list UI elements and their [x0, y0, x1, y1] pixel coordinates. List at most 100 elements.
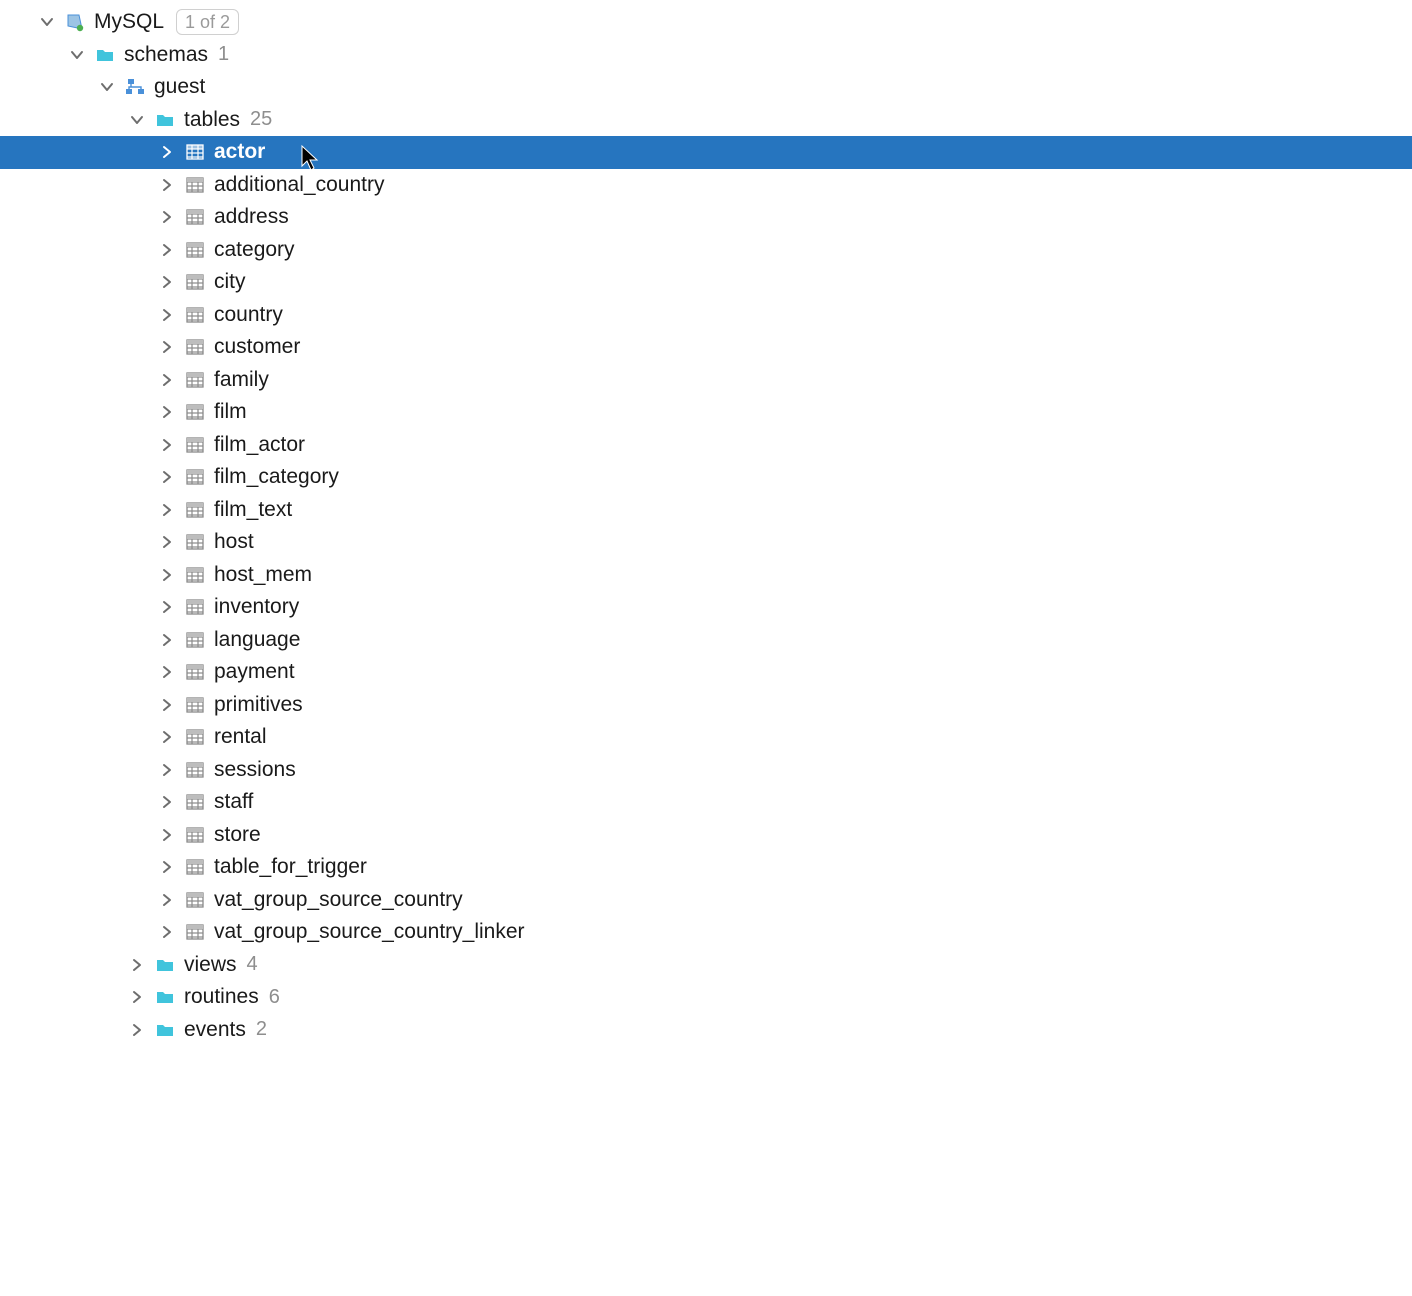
table-icon [184, 239, 206, 261]
table-film[interactable]: film [0, 396, 1412, 429]
chevron-down-icon[interactable] [66, 44, 88, 66]
chevron-right-icon[interactable] [156, 824, 178, 846]
chevron-right-icon[interactable] [156, 434, 178, 456]
tree-item-label: staff [214, 790, 253, 814]
chevron-right-icon[interactable] [156, 271, 178, 293]
table-icon [184, 889, 206, 911]
chevron-down-icon[interactable] [36, 11, 58, 33]
table-customer[interactable]: customer [0, 331, 1412, 364]
tree-item-label: additional_country [214, 173, 384, 197]
table-icon [184, 694, 206, 716]
chevron-right-icon[interactable] [156, 661, 178, 683]
tree-item-label: film_text [214, 498, 292, 522]
table-icon [184, 174, 206, 196]
chevron-right-icon[interactable] [126, 954, 148, 976]
table-icon [184, 466, 206, 488]
chevron-right-icon[interactable] [156, 596, 178, 618]
chevron-right-icon[interactable] [126, 1019, 148, 1041]
chevron-right-icon[interactable] [156, 141, 178, 163]
table-vat_group_source_country[interactable]: vat_group_source_country [0, 884, 1412, 917]
chevron-right-icon[interactable] [156, 856, 178, 878]
folder-tables[interactable]: tables25 [0, 104, 1412, 137]
folder-icon [154, 986, 176, 1008]
table-film_category[interactable]: film_category [0, 461, 1412, 494]
tree-item-label: rental [214, 725, 267, 749]
tree-item-label: country [214, 303, 283, 327]
item-count: 4 [247, 953, 258, 976]
chevron-right-icon[interactable] [126, 986, 148, 1008]
tree-item-label: payment [214, 660, 295, 684]
table-icon [184, 824, 206, 846]
chevron-right-icon[interactable] [156, 564, 178, 586]
chevron-right-icon[interactable] [156, 401, 178, 423]
chevron-right-icon[interactable] [156, 889, 178, 911]
chevron-right-icon[interactable] [156, 174, 178, 196]
table-table_for_trigger[interactable]: table_for_trigger [0, 851, 1412, 884]
chevron-right-icon[interactable] [156, 759, 178, 781]
table-actor[interactable]: actor [0, 136, 1412, 169]
chevron-right-icon[interactable] [156, 239, 178, 261]
table-icon [184, 629, 206, 651]
table-store[interactable]: store [0, 819, 1412, 852]
table-family[interactable]: family [0, 364, 1412, 397]
table-language[interactable]: language [0, 624, 1412, 657]
table-icon [184, 499, 206, 521]
table-inventory[interactable]: inventory [0, 591, 1412, 624]
chevron-right-icon[interactable] [156, 531, 178, 553]
chevron-right-icon[interactable] [156, 791, 178, 813]
table-host[interactable]: host [0, 526, 1412, 559]
item-count: 6 [269, 986, 280, 1009]
table-icon [184, 271, 206, 293]
table-icon [184, 759, 206, 781]
chevron-right-icon[interactable] [156, 369, 178, 391]
table-vat_group_source_country_linker[interactable]: vat_group_source_country_linker [0, 916, 1412, 949]
table-category[interactable]: category [0, 234, 1412, 267]
tree-item-label: MySQL [94, 10, 164, 34]
chevron-right-icon[interactable] [156, 466, 178, 488]
chevron-right-icon[interactable] [156, 336, 178, 358]
tree-item-label: category [214, 238, 295, 262]
tree-item-label: host [214, 530, 254, 554]
item-count: 1 [218, 43, 229, 66]
schema-icon [124, 76, 146, 98]
tree-item-label: table_for_trigger [214, 855, 367, 879]
table-payment[interactable]: payment [0, 656, 1412, 689]
folder-views[interactable]: views4 [0, 949, 1412, 982]
chevron-right-icon[interactable] [156, 921, 178, 943]
chevron-right-icon[interactable] [156, 629, 178, 651]
chevron-right-icon[interactable] [156, 206, 178, 228]
folder-icon [154, 1019, 176, 1041]
chevron-right-icon[interactable] [156, 694, 178, 716]
chevron-right-icon[interactable] [156, 304, 178, 326]
table-icon [184, 564, 206, 586]
table-rental[interactable]: rental [0, 721, 1412, 754]
tree-item-label: sessions [214, 758, 296, 782]
folder-routines[interactable]: routines6 [0, 981, 1412, 1014]
table-film_text[interactable]: film_text [0, 494, 1412, 527]
table-staff[interactable]: staff [0, 786, 1412, 819]
table-address[interactable]: address [0, 201, 1412, 234]
table-icon [184, 336, 206, 358]
table-film_actor[interactable]: film_actor [0, 429, 1412, 462]
schema-guest[interactable]: guest [0, 71, 1412, 104]
folder-icon [94, 44, 116, 66]
table-icon [184, 661, 206, 683]
table-sessions[interactable]: sessions [0, 754, 1412, 787]
chevron-right-icon[interactable] [156, 726, 178, 748]
table-icon [184, 726, 206, 748]
chevron-down-icon[interactable] [96, 76, 118, 98]
chevron-right-icon[interactable] [156, 499, 178, 521]
datasource-mysql[interactable]: MySQL1 of 2 [0, 6, 1412, 39]
tree-item-label: actor [214, 140, 265, 164]
tree-item-label: film_actor [214, 433, 305, 457]
chevron-down-icon[interactable] [126, 109, 148, 131]
table-additional_country[interactable]: additional_country [0, 169, 1412, 202]
table-host_mem[interactable]: host_mem [0, 559, 1412, 592]
folder-events[interactable]: events2 [0, 1014, 1412, 1047]
tree-item-label: tables [184, 108, 240, 132]
tree-item-label: language [214, 628, 300, 652]
folder-schemas[interactable]: schemas1 [0, 39, 1412, 72]
table-primitives[interactable]: primitives [0, 689, 1412, 722]
table-country[interactable]: country [0, 299, 1412, 332]
table-city[interactable]: city [0, 266, 1412, 299]
